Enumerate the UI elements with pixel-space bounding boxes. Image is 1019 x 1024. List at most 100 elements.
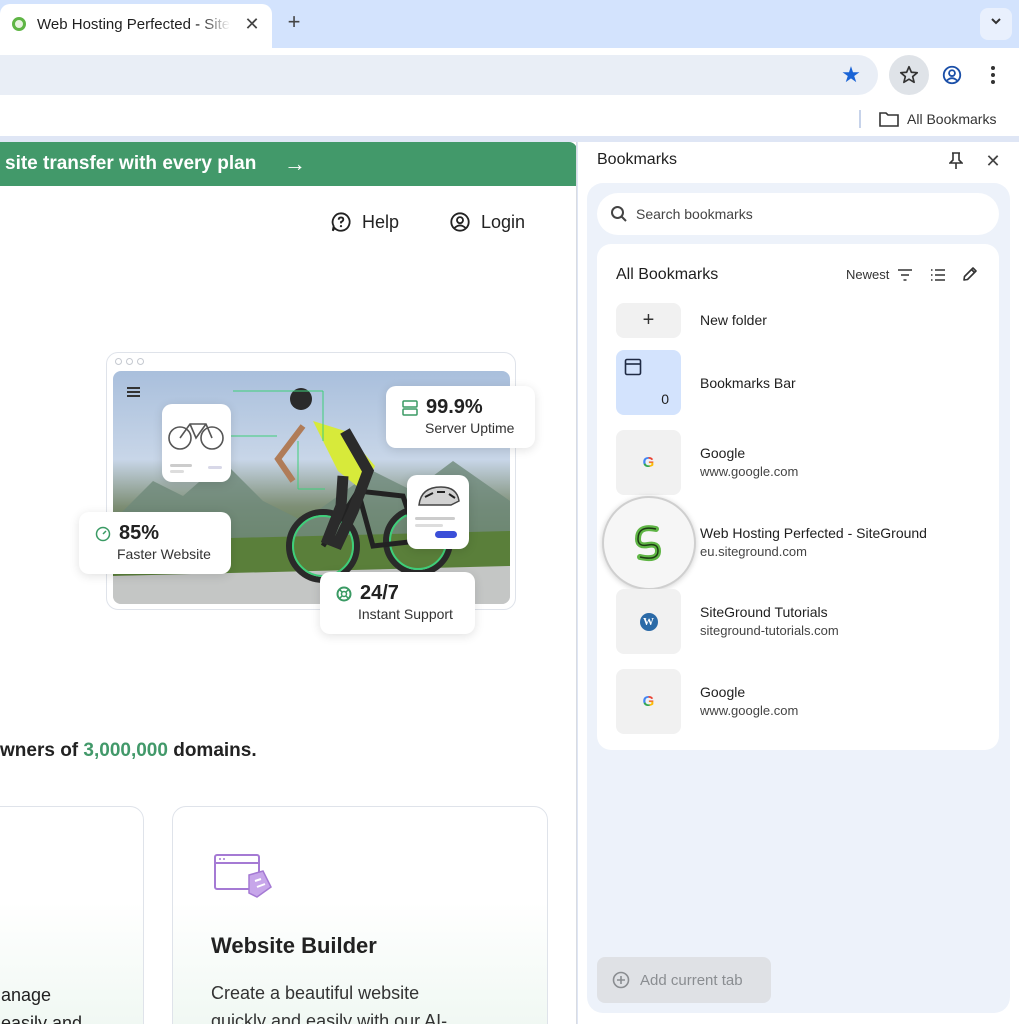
new-tab-button[interactable]: + [282, 10, 306, 34]
google-icon: G [642, 454, 655, 471]
folder-icon [879, 112, 899, 127]
list-view-icon [931, 269, 945, 281]
bookmark-thumb: G [616, 430, 681, 495]
siteground-icon [634, 525, 662, 562]
bookmark-row[interactable]: W SiteGround Tutorials siteground-tutori… [616, 589, 986, 655]
feature-card-partial-text-2: easily and [1, 1013, 83, 1024]
bookmarks-panel-button[interactable] [889, 55, 929, 95]
uptime-value: 99.9% [426, 396, 483, 418]
speed-value: 85% [119, 522, 160, 544]
search-bookmarks-input[interactable] [636, 206, 976, 222]
support-stat-card: 24/7 Instant Support [320, 572, 475, 634]
wordpress-icon: W [639, 612, 658, 631]
bookmarks-bar-separator [859, 110, 861, 128]
siteground-favicon-icon [12, 17, 26, 31]
bookmarks-bar: All Bookmarks [0, 102, 1019, 136]
help-link[interactable]: Help [330, 211, 399, 233]
website-builder-text: Create a beautiful website [211, 983, 420, 1003]
bookmark-title: SiteGround Tutorials [700, 604, 828, 620]
bookmarks-bar-thumb: 0 [616, 350, 681, 415]
server-icon [402, 399, 418, 416]
add-current-tab-label: Add current tab [640, 971, 743, 989]
active-tab[interactable]: Web Hosting Perfected - SiteGround ✕ [0, 4, 272, 48]
edit-button[interactable] [961, 265, 979, 288]
all-bookmarks-folder[interactable]: All Bookmarks [879, 109, 996, 129]
new-folder-label: New folder [700, 312, 767, 328]
star-list-icon [899, 65, 919, 84]
login-link[interactable]: Login [449, 211, 525, 233]
bookmark-thumb: W [616, 589, 681, 654]
panel-body: All Bookmarks Newest + New folder 0 B [587, 183, 1010, 1013]
tab-search-button[interactable] [980, 8, 1012, 40]
folder-item-count: 0 [661, 391, 669, 407]
domains-headline: wners of 3,000,000 domains. [0, 740, 257, 761]
website-builder-card[interactable]: Website Builder Create a beautiful websi… [172, 806, 548, 1024]
bookmarks-list: All Bookmarks Newest + New folder 0 Book… [597, 244, 999, 750]
website-builder-icon [214, 854, 272, 898]
search-icon [611, 206, 627, 222]
plus-icon: + [616, 303, 681, 338]
bookmark-thumb [602, 496, 696, 590]
bookmark-url: www.google.com [700, 703, 799, 718]
feature-card-partial-text: anage [1, 985, 52, 1005]
promo-banner[interactable]: site transfer with every plan → [0, 142, 576, 186]
support-label: Instant Support [358, 606, 453, 622]
magnifier-lens [602, 496, 696, 590]
menu-button[interactable] [973, 55, 1013, 95]
bookmark-title: Google [700, 684, 746, 700]
window-icon [624, 358, 642, 376]
bookmark-star-icon[interactable]: ★ [838, 62, 864, 88]
helmet-icon [415, 486, 460, 538]
login-label: Login [481, 211, 526, 232]
web-page: site transfer with every plan → Help Log… [0, 142, 577, 1024]
bookmarks-bar-folder-row[interactable]: 0 Bookmarks Bar [616, 350, 986, 416]
profile-icon [942, 65, 962, 85]
bookmark-row[interactable]: G Google www.google.com [616, 669, 986, 735]
speed-label: Faster Website [117, 546, 211, 562]
lifebuoy-icon [336, 586, 352, 601]
new-folder-row[interactable]: + New folder [616, 303, 986, 338]
speed-stat-card: 85% Faster Website [79, 512, 231, 574]
bookmark-url: siteground-tutorials.com [700, 623, 839, 638]
bookmark-title: Web Hosting Perfected - SiteGround [700, 525, 927, 541]
user-icon [450, 212, 470, 232]
helmet-product-card [407, 475, 469, 549]
bookmarks-side-panel: Bookmarks ✕ All Bookmarks Newest + New f… [578, 142, 1019, 1024]
profile-button[interactable] [932, 55, 972, 95]
bookmark-row[interactable]: Web Hosting Perfected - SiteGround eu.si… [602, 496, 986, 590]
tab-close-icon[interactable]: ✕ [240, 12, 264, 36]
add-circle-icon [612, 971, 630, 989]
bookmark-title: Google [700, 445, 746, 461]
website-builder-text-2: quickly and easily with our AI- [211, 1011, 448, 1024]
sort-icon [898, 268, 913, 281]
uptime-stat-card: 99.9% Server Uptime [386, 386, 535, 448]
search-bookmarks-field[interactable] [597, 193, 999, 235]
close-panel-icon[interactable]: ✕ [981, 149, 1005, 173]
toolbar: ★ [0, 48, 1019, 102]
sort-button[interactable]: Newest [846, 267, 913, 282]
support-value: 24/7 [360, 582, 399, 604]
pin-icon [949, 152, 963, 169]
pencil-icon [963, 267, 977, 281]
view-toggle-button[interactable] [929, 266, 947, 289]
bookmark-url: eu.siteground.com [700, 544, 807, 559]
bookmarks-bar-label: Bookmarks Bar [700, 375, 796, 391]
bookmark-thumb: G [616, 669, 681, 734]
all-bookmarks-label: All Bookmarks [907, 111, 997, 127]
window-dots [115, 358, 144, 365]
chevron-down-icon [991, 18, 1001, 25]
bookmark-url: www.google.com [700, 464, 799, 479]
domains-count: 3,000,000 [83, 740, 168, 761]
bookmark-row[interactable]: G Google www.google.com [616, 430, 986, 496]
bicycle-icon [168, 423, 224, 473]
pin-button[interactable] [944, 149, 968, 173]
bike-product-card [162, 404, 231, 482]
tab-title: Web Hosting Perfected - SiteGround [37, 16, 230, 33]
help-icon [331, 212, 351, 232]
address-bar[interactable]: ★ [0, 55, 878, 95]
tab-strip: Web Hosting Perfected - SiteGround ✕ + [0, 0, 1019, 48]
add-current-tab-button[interactable]: Add current tab [597, 957, 771, 1003]
kebab-menu-icon [991, 66, 995, 84]
feature-card-partial[interactable]: g anage easily and [0, 806, 144, 1024]
panel-title: Bookmarks [597, 151, 678, 168]
